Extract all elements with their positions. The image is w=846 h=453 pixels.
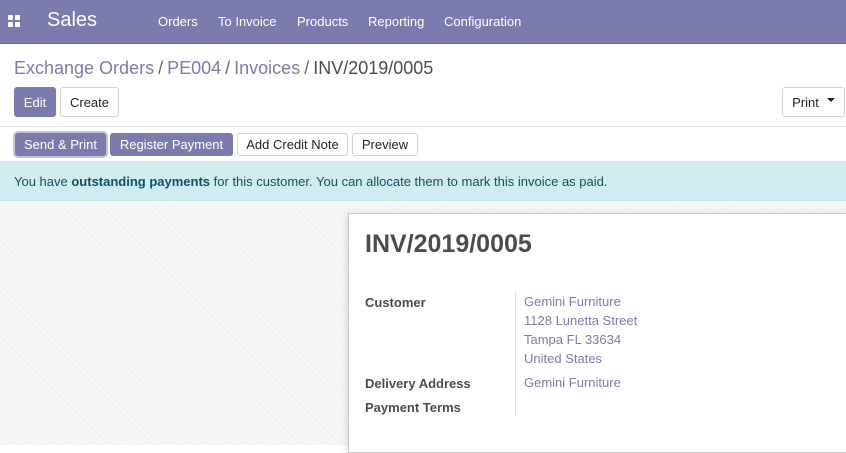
caret-down-icon (826, 98, 835, 102)
menu-item-orders[interactable]: Orders (158, 14, 198, 29)
top-navbar: Sales Orders To Invoice Products Reporti… (0, 0, 846, 44)
menu-item-to-invoice[interactable]: To Invoice (218, 14, 277, 29)
breadcrumb-separator: / (304, 58, 310, 78)
create-button[interactable]: Create (60, 87, 119, 117)
delivery-address-label: Delivery Address (365, 376, 471, 391)
payment-terms-label: Payment Terms (365, 400, 461, 415)
menu-item-products[interactable]: Products (297, 14, 348, 29)
customer-country: United States (524, 351, 603, 366)
customer-name[interactable]: Gemini Furniture (524, 292, 637, 311)
breadcrumb-exchange-orders[interactable]: Exchange Orders (14, 58, 154, 78)
send-print-button[interactable]: Send & Print (15, 133, 106, 156)
register-payment-button[interactable]: Register Payment (110, 133, 233, 156)
apps-menu-icon[interactable] (8, 15, 20, 27)
add-credit-note-button[interactable]: Add Credit Note (237, 133, 348, 156)
breadcrumb-pe004[interactable]: PE004 (167, 58, 221, 78)
menu-item-configuration[interactable]: Configuration (444, 14, 521, 29)
preview-button[interactable]: Preview (352, 133, 418, 156)
breadcrumb-separator: / (158, 58, 164, 78)
breadcrumb-invoices[interactable]: Invoices (234, 58, 300, 78)
invoice-title: INV/2019/0005 (365, 230, 532, 258)
breadcrumb-current: INV/2019/0005 (313, 58, 434, 78)
customer-label: Customer (365, 295, 426, 310)
menu-item-reporting[interactable]: Reporting (368, 14, 424, 29)
customer-city: Tampa FL 33634 (524, 332, 622, 347)
invoice-sheet: INV/2019/0005 Customer Delivery Address … (348, 213, 846, 453)
alert-prefix: You have (14, 174, 72, 189)
customer-address[interactable]: Gemini Furniture 1128 Lunetta Street Tam… (524, 292, 637, 368)
print-label: Print (792, 94, 819, 110)
edit-button[interactable]: Edit (14, 87, 56, 117)
breadcrumb-separator: / (225, 58, 231, 78)
print-dropdown-button[interactable]: Print (782, 87, 845, 117)
alert-bold-text[interactable]: outstanding payments (71, 174, 210, 189)
field-divider (515, 292, 516, 416)
customer-street: 1128 Lunetta Street (524, 313, 638, 328)
delivery-address-value[interactable]: Gemini Furniture (524, 373, 621, 392)
app-name: Sales (47, 9, 98, 31)
alert-suffix: for this customer. You can allocate them… (210, 174, 608, 189)
breadcrumb: Exchange Orders / PE004/Invoices / INV/2019/… (14, 58, 433, 79)
outstanding-payments-alert: You have outstanding payments for this c… (0, 162, 846, 201)
